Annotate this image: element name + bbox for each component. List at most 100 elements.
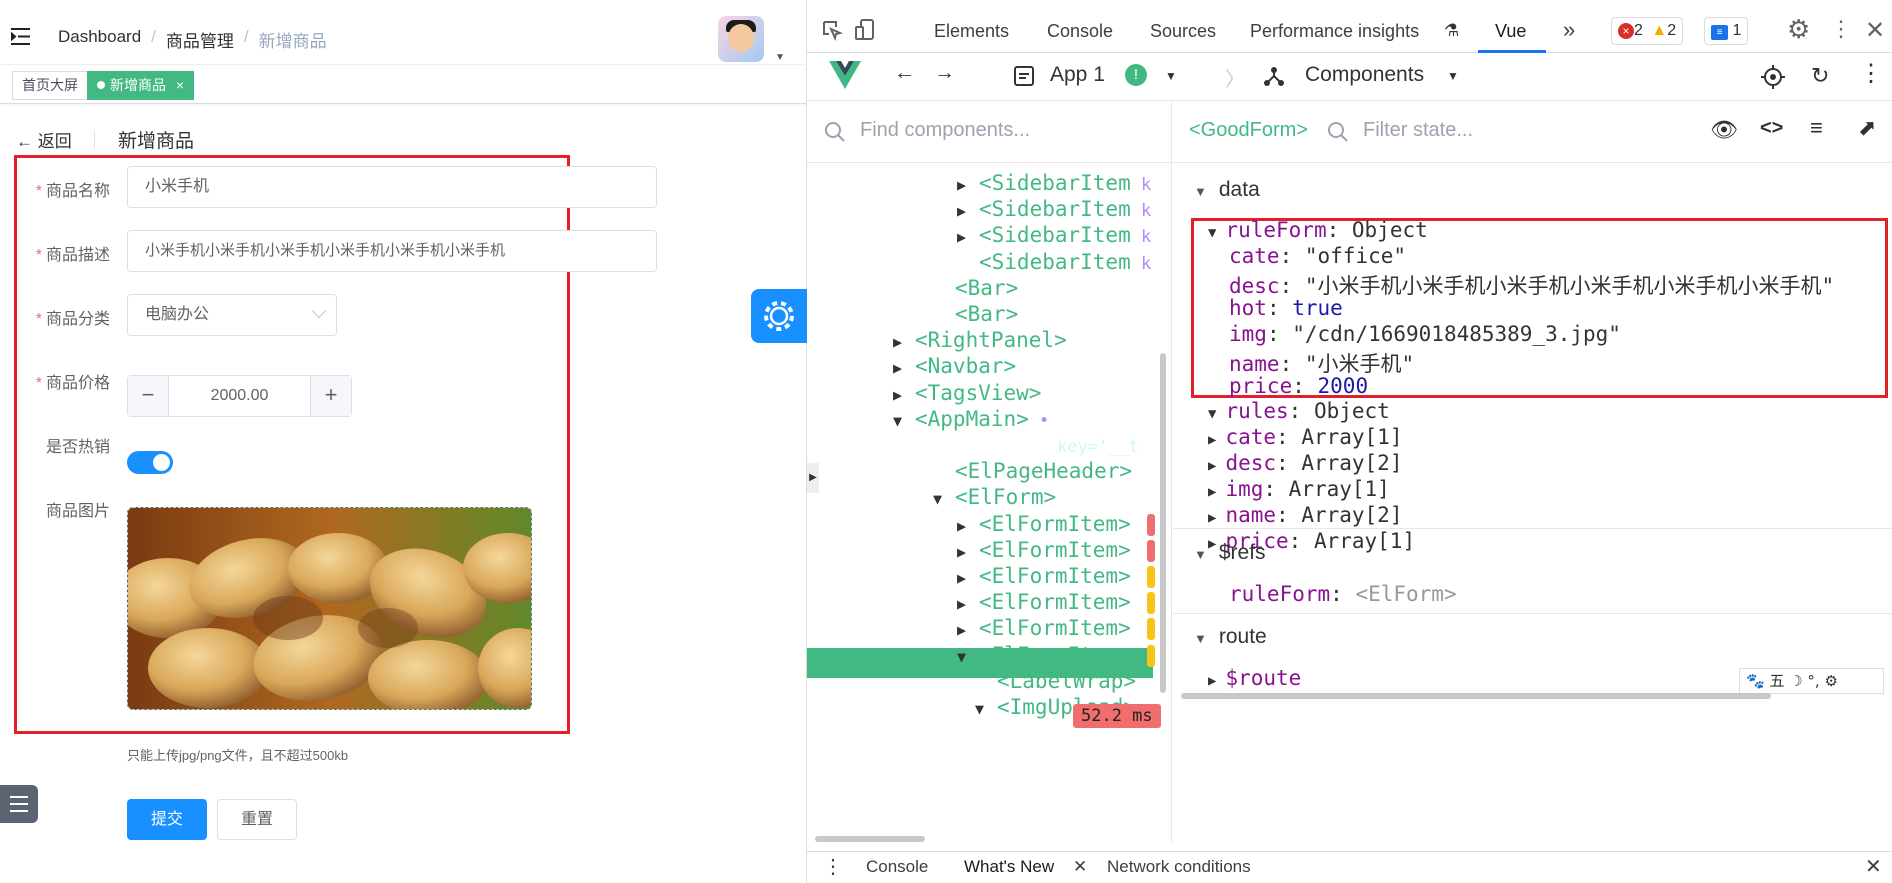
expanded-arrow-icon[interactable]: ▼ xyxy=(975,700,997,718)
tree-node[interactable]: ▶ <ElFormItem> xyxy=(957,564,1131,588)
tree-scrollbar[interactable] xyxy=(1160,353,1166,693)
drawer-tab-console[interactable]: Console xyxy=(866,857,928,877)
expand-panel-icon[interactable]: ▶ xyxy=(807,463,819,493)
tag-home[interactable]: 首页大屏 xyxy=(12,71,88,100)
breadcrumb-goods[interactable]: 商品管理 xyxy=(166,27,234,52)
view-dropdown-icon[interactable]: ▼ xyxy=(1447,69,1459,83)
tree-node[interactable]: <LabelWrap> xyxy=(975,669,1136,693)
drawer-menu-icon[interactable]: ⋮ xyxy=(823,854,843,879)
more-tabs-icon[interactable]: » xyxy=(1563,17,1575,43)
tab-console[interactable]: Console xyxy=(1047,21,1113,42)
decrease-button[interactable]: − xyxy=(128,376,169,416)
rule-field[interactable]: ▶ img: Array[1] xyxy=(1208,477,1390,501)
route-section-title[interactable]: ▼ route xyxy=(1194,625,1267,649)
state-field[interactable]: hot: true xyxy=(1229,296,1343,320)
tree-node[interactable]: <Bar> xyxy=(933,302,1018,326)
forward-arrow-icon[interactable]: → xyxy=(934,61,955,85)
eye-icon[interactable]: 👁 xyxy=(1710,117,1738,143)
tab-sources[interactable]: Sources xyxy=(1150,21,1216,42)
collapsed-arrow-icon[interactable]: ▶ xyxy=(957,228,979,246)
close-drawer-icon[interactable]: ✕ xyxy=(1865,854,1882,879)
find-components-input[interactable]: Find components... xyxy=(860,119,1030,142)
back-button[interactable]: ← 返回 xyxy=(16,127,72,152)
tree-node[interactable]: ▶ <Navbar> xyxy=(893,354,1016,378)
tab-elements[interactable]: Elements xyxy=(934,21,1009,42)
collapsed-arrow-icon[interactable]: ▶ xyxy=(957,621,979,639)
tab-vue[interactable]: Vue xyxy=(1495,21,1526,42)
tree-node[interactable]: ▼ <ElFormItem> xyxy=(957,643,1131,667)
tag-active[interactable]: 新增商品 × xyxy=(87,71,195,100)
hot-toggle[interactable] xyxy=(127,451,173,474)
name-input[interactable]: 小米手机 xyxy=(127,166,657,208)
reset-button[interactable]: 重置 xyxy=(217,799,297,840)
app-dropdown-icon[interactable]: ▼ xyxy=(1165,69,1177,83)
expanded-arrow-icon[interactable]: ▼ xyxy=(933,490,955,508)
collapsed-arrow-icon[interactable]: ▶ xyxy=(957,595,979,613)
menu-toggle-button[interactable] xyxy=(0,785,38,823)
more-options-icon[interactable]: ⋮ xyxy=(1830,16,1852,42)
collapse-icon[interactable]: ≡ xyxy=(1810,115,1823,141)
drawer-tab-whats-new[interactable]: What's New xyxy=(964,857,1054,877)
code-icon[interactable]: <> xyxy=(1760,117,1783,140)
tree-hscrollbar[interactable] xyxy=(815,836,925,842)
hamburger-icon[interactable] xyxy=(11,27,30,46)
collapsed-arrow-icon[interactable]: ▶ xyxy=(893,359,915,377)
open-external-icon[interactable]: ⬈ xyxy=(1858,115,1876,141)
expanded-arrow-icon[interactable]: ▼ xyxy=(911,438,933,456)
state-field[interactable]: img: "/cdn/1669018485389_3.jpg" xyxy=(1229,322,1621,346)
tree-node[interactable]: ▶ <ElFormItem> xyxy=(957,512,1131,536)
ruleform-node[interactable]: ▼ ruleForm: Object xyxy=(1208,218,1428,242)
tree-node[interactable]: ▶ <ElFormItem> xyxy=(957,538,1131,562)
desc-input[interactable]: 小米手机小米手机小米手机小米手机小米手机小米手机 xyxy=(127,230,657,272)
collapsed-arrow-icon[interactable]: ▶ xyxy=(957,543,979,561)
tree-node[interactable]: <ElPageHeader> xyxy=(933,459,1132,483)
rule-field[interactable]: ▶ cate: Array[1] xyxy=(1208,425,1402,449)
state-field[interactable]: price: 2000 xyxy=(1229,374,1368,398)
collapsed-arrow-icon[interactable]: ▶ xyxy=(957,517,979,535)
tab-performance-insights[interactable]: Performance insights xyxy=(1250,21,1419,42)
settings-gear-icon[interactable]: ⚙ xyxy=(1787,14,1810,45)
close-devtools-icon[interactable]: ✕ xyxy=(1865,16,1885,45)
data-section-title[interactable]: ▼ data xyxy=(1194,178,1260,202)
device-toggle-icon[interactable] xyxy=(854,18,876,42)
tree-node[interactable]: ▶ <ElFormItem> xyxy=(957,590,1131,614)
increase-button[interactable]: + xyxy=(310,376,351,416)
inspect-icon[interactable] xyxy=(821,19,843,41)
avatar[interactable] xyxy=(718,16,764,62)
collapsed-arrow-icon[interactable]: ▶ xyxy=(957,569,979,587)
image-uploader[interactable] xyxy=(127,507,532,710)
issues-badge[interactable]: × 2 ▲2 xyxy=(1611,17,1684,45)
price-input[interactable]: 2000.00 xyxy=(169,376,310,416)
collapsed-arrow-icon[interactable]: ▶ xyxy=(957,176,979,194)
tree-node[interactable]: ▼ <AppMain> • xyxy=(893,407,1049,431)
tree-node[interactable]: <SidebarItem k xyxy=(957,250,1151,274)
refresh-icon[interactable]: ↻ xyxy=(1811,63,1829,89)
tree-node[interactable]: ▼ <ElForm> xyxy=(933,485,1056,509)
rule-field[interactable]: ▶ desc: Array[2] xyxy=(1208,451,1402,475)
close-whats-new-icon[interactable]: ✕ xyxy=(1073,857,1087,877)
expanded-arrow-icon[interactable]: ▼ xyxy=(957,648,979,666)
tree-node[interactable]: ▶ <SidebarItem k xyxy=(957,223,1151,247)
tree-node[interactable]: ▶ <ElFormItem> xyxy=(957,616,1131,640)
route-node[interactable]: ▶ $route xyxy=(1208,666,1301,690)
vue-more-icon[interactable]: ⋮ xyxy=(1859,59,1883,88)
ime-toolbar[interactable]: 🐾 五 ☽ °, ⚙ xyxy=(1739,668,1884,694)
messages-badge[interactable]: ≡ 1 xyxy=(1704,17,1749,45)
collapsed-arrow-icon[interactable]: ▶ xyxy=(893,386,915,404)
caret-down-icon[interactable]: ▼ xyxy=(775,52,785,63)
state-hscrollbar[interactable] xyxy=(1181,693,1771,699)
tree-node[interactable]: ▼ <GoodForm key='__t xyxy=(911,433,1139,457)
tree-node[interactable]: ▶ <RightPanel> xyxy=(893,328,1067,352)
refs-section-title[interactable]: ▼ $refs xyxy=(1194,541,1266,565)
target-icon[interactable] xyxy=(1761,65,1785,89)
state-field[interactable]: cate: "office" xyxy=(1229,244,1406,268)
submit-button[interactable]: 提交 xyxy=(127,799,207,840)
tree-node[interactable]: ▶ <SidebarItem k xyxy=(957,171,1151,195)
drawer-tab-network-conditions[interactable]: Network conditions xyxy=(1107,857,1251,877)
settings-button[interactable] xyxy=(751,289,807,343)
tag-close-icon[interactable]: × xyxy=(176,77,184,93)
tree-node[interactable]: ▶ <TagsView> xyxy=(893,381,1041,405)
filter-state-input[interactable]: Filter state... xyxy=(1363,119,1473,142)
rule-field[interactable]: ▶ name: Array[2] xyxy=(1208,503,1402,527)
tree-node[interactable]: <Bar> xyxy=(933,276,1018,300)
